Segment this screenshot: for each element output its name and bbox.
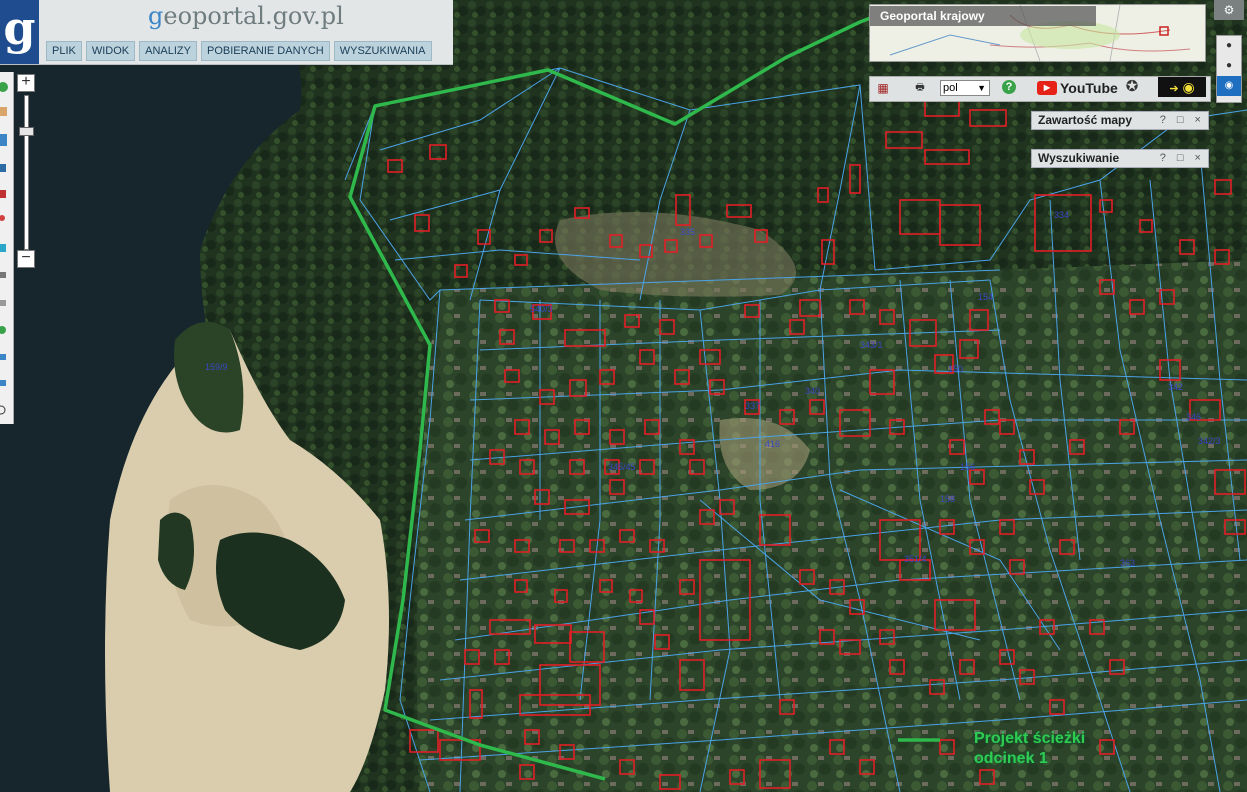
site-title-rest: eoportal.gov.pl <box>163 2 344 30</box>
menu-pobieranie-danych[interactable]: POBIERANIE DANYCH <box>201 41 330 61</box>
panel-map-contents[interactable]: Zawartość mapy ? □ × <box>1031 111 1209 130</box>
legend-line2: odcinek 1 <box>974 750 1048 767</box>
ruler-icon[interactable] <box>0 300 6 306</box>
parcel-label: 351/4 <box>904 554 927 564</box>
marker-icon[interactable] <box>0 215 5 221</box>
parcel-label: 345/45 <box>608 462 636 472</box>
panel-search[interactable]: Wyszukiwanie ? □ × <box>1031 149 1209 168</box>
chevron-down-icon: ▼ <box>977 83 986 93</box>
app-header: g geoportal.gov.pl PLIK WIDOK ANALIZY PO… <box>0 0 453 65</box>
parcel-label: 150 <box>948 364 963 374</box>
parcel-label: 342/3 <box>1198 436 1221 446</box>
help-icon[interactable]: ? <box>1002 80 1016 94</box>
site-title-g: g <box>148 2 164 30</box>
zoom-out-button[interactable]: − <box>17 250 35 268</box>
globe-icon[interactable] <box>0 82 8 92</box>
clock-icon[interactable] <box>0 405 6 415</box>
path-legend: Projekt ścieżki odcinek 1 <box>974 729 1085 769</box>
refresh-icon[interactable] <box>0 326 6 334</box>
parcel-label: 346 <box>1186 412 1201 422</box>
layer-icon[interactable] <box>0 134 7 146</box>
parcel-label: 343/1 <box>860 340 883 350</box>
film-reel-icon[interactable]: ✪ <box>1124 79 1140 95</box>
export-icon[interactable] <box>0 380 6 386</box>
draw-icon[interactable] <box>0 272 6 278</box>
youtube-link[interactable]: ▶ YouTube <box>1037 79 1118 97</box>
dot-icon[interactable]: ● <box>1217 56 1241 76</box>
panel-search-controls[interactable]: ? □ × <box>1160 150 1205 167</box>
parcel-label: 363 <box>1120 558 1135 568</box>
geoportal-logo[interactable]: g <box>0 0 39 64</box>
menu-plik[interactable]: PLIK <box>46 41 82 61</box>
zoom-slider-track[interactable] <box>24 95 29 250</box>
link-icon[interactable] <box>0 354 6 360</box>
language-select[interactable]: pol ▼ <box>940 80 990 96</box>
view-eye-icon[interactable]: ◉ <box>1217 76 1241 96</box>
parcel-label: 334 <box>1054 210 1069 220</box>
parcel-label: 337 <box>745 401 760 411</box>
panel-map-contents-controls[interactable]: ? □ × <box>1160 112 1205 129</box>
left-tool-strip <box>0 72 14 424</box>
measure-icon[interactable] <box>0 164 6 172</box>
menu-analizy[interactable]: ANALIZY <box>139 41 197 61</box>
settings-icon[interactable]: ⚙ <box>1214 0 1244 20</box>
tool-icons <box>0 82 8 415</box>
accessibility-toggle[interactable]: ➔ ◉ <box>1158 77 1206 97</box>
menu-widok[interactable]: WIDOK <box>85 41 136 61</box>
info-icon[interactable] <box>0 244 6 252</box>
parcel-label: 335 <box>680 227 695 237</box>
language-select-value: pol <box>943 82 958 94</box>
youtube-icon: ▶ <box>1037 81 1057 95</box>
menu-wyszukiwania[interactable]: WYSZUKIWANIA <box>333 41 432 61</box>
hand-icon[interactable] <box>0 107 7 116</box>
wms-icon[interactable]: 🖶 <box>912 80 928 96</box>
parcel-label: 540/3 <box>530 304 553 314</box>
parcel-label: 342 <box>1168 382 1183 392</box>
right-view-tools: ● ● ◉ <box>1216 35 1242 103</box>
parcel-label: 158 <box>940 494 955 504</box>
arrow-right-icon: ➔ <box>1169 83 1179 95</box>
zoom-in-button[interactable]: + <box>17 74 35 92</box>
overview-map-label: Geoportal krajowy <box>870 6 1096 26</box>
site-title[interactable]: geoportal.gov.pl <box>148 2 344 30</box>
parcel-label: 416 <box>765 439 780 449</box>
dot-icon[interactable]: ● <box>1217 36 1241 56</box>
parcel-label: 154 <box>978 292 993 302</box>
grid-icon[interactable]: ▦ <box>875 80 891 96</box>
print-icon[interactable] <box>0 190 6 198</box>
legend-line1: Projekt ścieżki <box>974 730 1086 747</box>
eye-icon: ◉ <box>1182 79 1195 95</box>
main-menu: PLIK WIDOK ANALIZY POBIERANIE DANYCH WYS… <box>46 41 432 61</box>
zoom-slider-thumb[interactable] <box>19 126 34 136</box>
panel-map-contents-title: Zawartość mapy <box>1038 113 1133 127</box>
parcel-label: 156 <box>960 462 975 472</box>
panel-search-title: Wyszukiwanie <box>1038 151 1120 165</box>
youtube-label: YouTube <box>1060 80 1118 96</box>
parcel-label: 159/9 <box>205 362 228 372</box>
parcel-label: 340 <box>805 386 820 396</box>
